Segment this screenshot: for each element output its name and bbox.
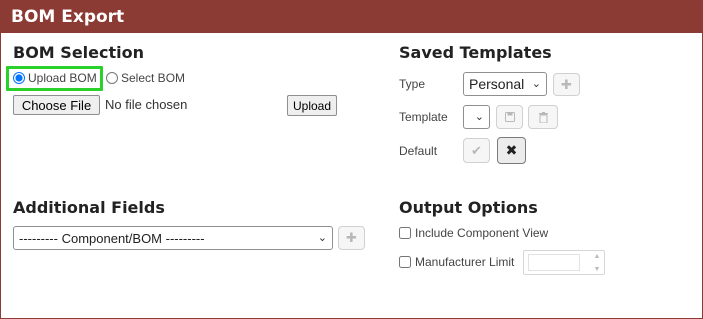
save-template-button[interactable]: [496, 105, 523, 129]
radio-upload-bom[interactable]: Upload BOM: [13, 71, 97, 85]
add-field-button[interactable]: ✚: [338, 226, 365, 250]
trash-icon: [538, 111, 548, 123]
check-icon: ✔: [471, 142, 482, 158]
include-component-view-option[interactable]: Include Component View: [399, 226, 548, 240]
choose-file-button[interactable]: Choose File: [13, 95, 100, 115]
field-select-value: --------- Component/BOM ---------: [19, 230, 205, 246]
output-options-title: Output Options: [399, 198, 538, 217]
manufacturer-limit-checkbox[interactable]: [399, 256, 411, 268]
delete-template-button[interactable]: [528, 105, 558, 129]
plus-icon: ✚: [346, 230, 357, 245]
upload-bom-radio[interactable]: [13, 72, 25, 84]
additional-fields-title: Additional Fields: [13, 198, 165, 217]
set-default-button[interactable]: ✔: [463, 138, 490, 163]
type-label: Type: [399, 77, 426, 91]
plus-icon: ✚: [561, 76, 572, 92]
select-bom-radio[interactable]: [106, 72, 118, 84]
close-icon: ✖: [505, 142, 518, 158]
default-label: Default: [399, 144, 438, 158]
no-file-text: No file chosen: [105, 97, 188, 112]
type-select-value: Personal: [469, 76, 525, 92]
save-icon: [504, 112, 515, 122]
radio-select-bom[interactable]: Select BOM: [106, 71, 185, 85]
clear-default-button[interactable]: ✖: [497, 137, 526, 164]
field-select[interactable]: --------- Component/BOM --------- ⌄: [13, 226, 333, 250]
upload-button[interactable]: Upload: [287, 95, 337, 116]
chevron-down-icon: ⌄: [474, 110, 484, 123]
manufacturer-limit-value: [528, 254, 580, 271]
chevron-down-icon: ⌄: [317, 231, 327, 244]
add-template-button[interactable]: ✚: [553, 73, 580, 96]
spinner-arrows-icon[interactable]: ▲ ▼: [592, 253, 602, 273]
manufacturer-limit-option[interactable]: Manufacturer Limit: [399, 255, 514, 269]
panel-title: BOM Export: [1, 1, 702, 33]
manufacturer-limit-input[interactable]: ▲ ▼: [523, 250, 605, 275]
upload-bom-label: Upload BOM: [28, 71, 97, 85]
chevron-down-icon: ⌄: [531, 77, 541, 90]
saved-templates-title: Saved Templates: [399, 43, 552, 62]
manufacturer-limit-label: Manufacturer Limit: [415, 255, 515, 269]
type-select[interactable]: Personal ⌄: [463, 72, 547, 96]
include-component-view-checkbox[interactable]: [399, 227, 411, 239]
bom-selection-title: BOM Selection: [13, 43, 144, 62]
include-component-view-label: Include Component View: [415, 226, 549, 240]
select-bom-label: Select BOM: [121, 71, 186, 85]
template-label: Template: [399, 110, 448, 124]
bom-export-panel: BOM Export BOM Selection Upload BOM Sele…: [0, 0, 703, 319]
template-select[interactable]: ⌄: [463, 105, 490, 129]
